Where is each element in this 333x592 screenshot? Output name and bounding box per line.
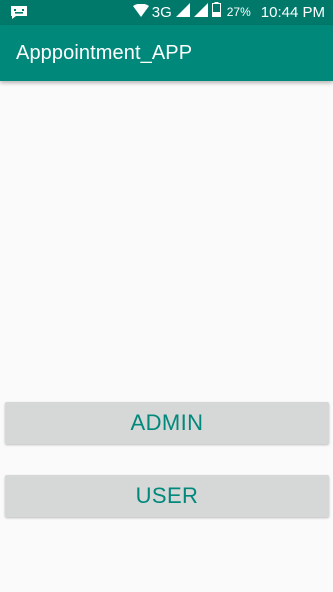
network-type: 3G — [151, 4, 172, 21]
cell-signal-icon — [175, 0, 190, 25]
app-screen: 3G 27% 10:44 PM Apppointment_APP ADMIN U… — [0, 0, 333, 592]
admin-button[interactable]: ADMIN — [5, 402, 329, 444]
message-notification-icon — [10, 5, 28, 20]
user-button[interactable]: USER — [5, 475, 329, 517]
battery-icon — [211, 0, 221, 25]
status-indicators: 3G 27% 10:44 PM — [132, 0, 325, 25]
wifi-icon — [132, 0, 149, 25]
status-bar: 3G 27% 10:44 PM — [0, 0, 333, 25]
app-title: Apppointment_APP — [16, 42, 193, 64]
battery-percent: 27% — [226, 5, 251, 19]
cell-signal-icon — [193, 0, 208, 25]
app-bar: Apppointment_APP — [0, 25, 333, 81]
clock: 10:44 PM — [260, 4, 325, 21]
